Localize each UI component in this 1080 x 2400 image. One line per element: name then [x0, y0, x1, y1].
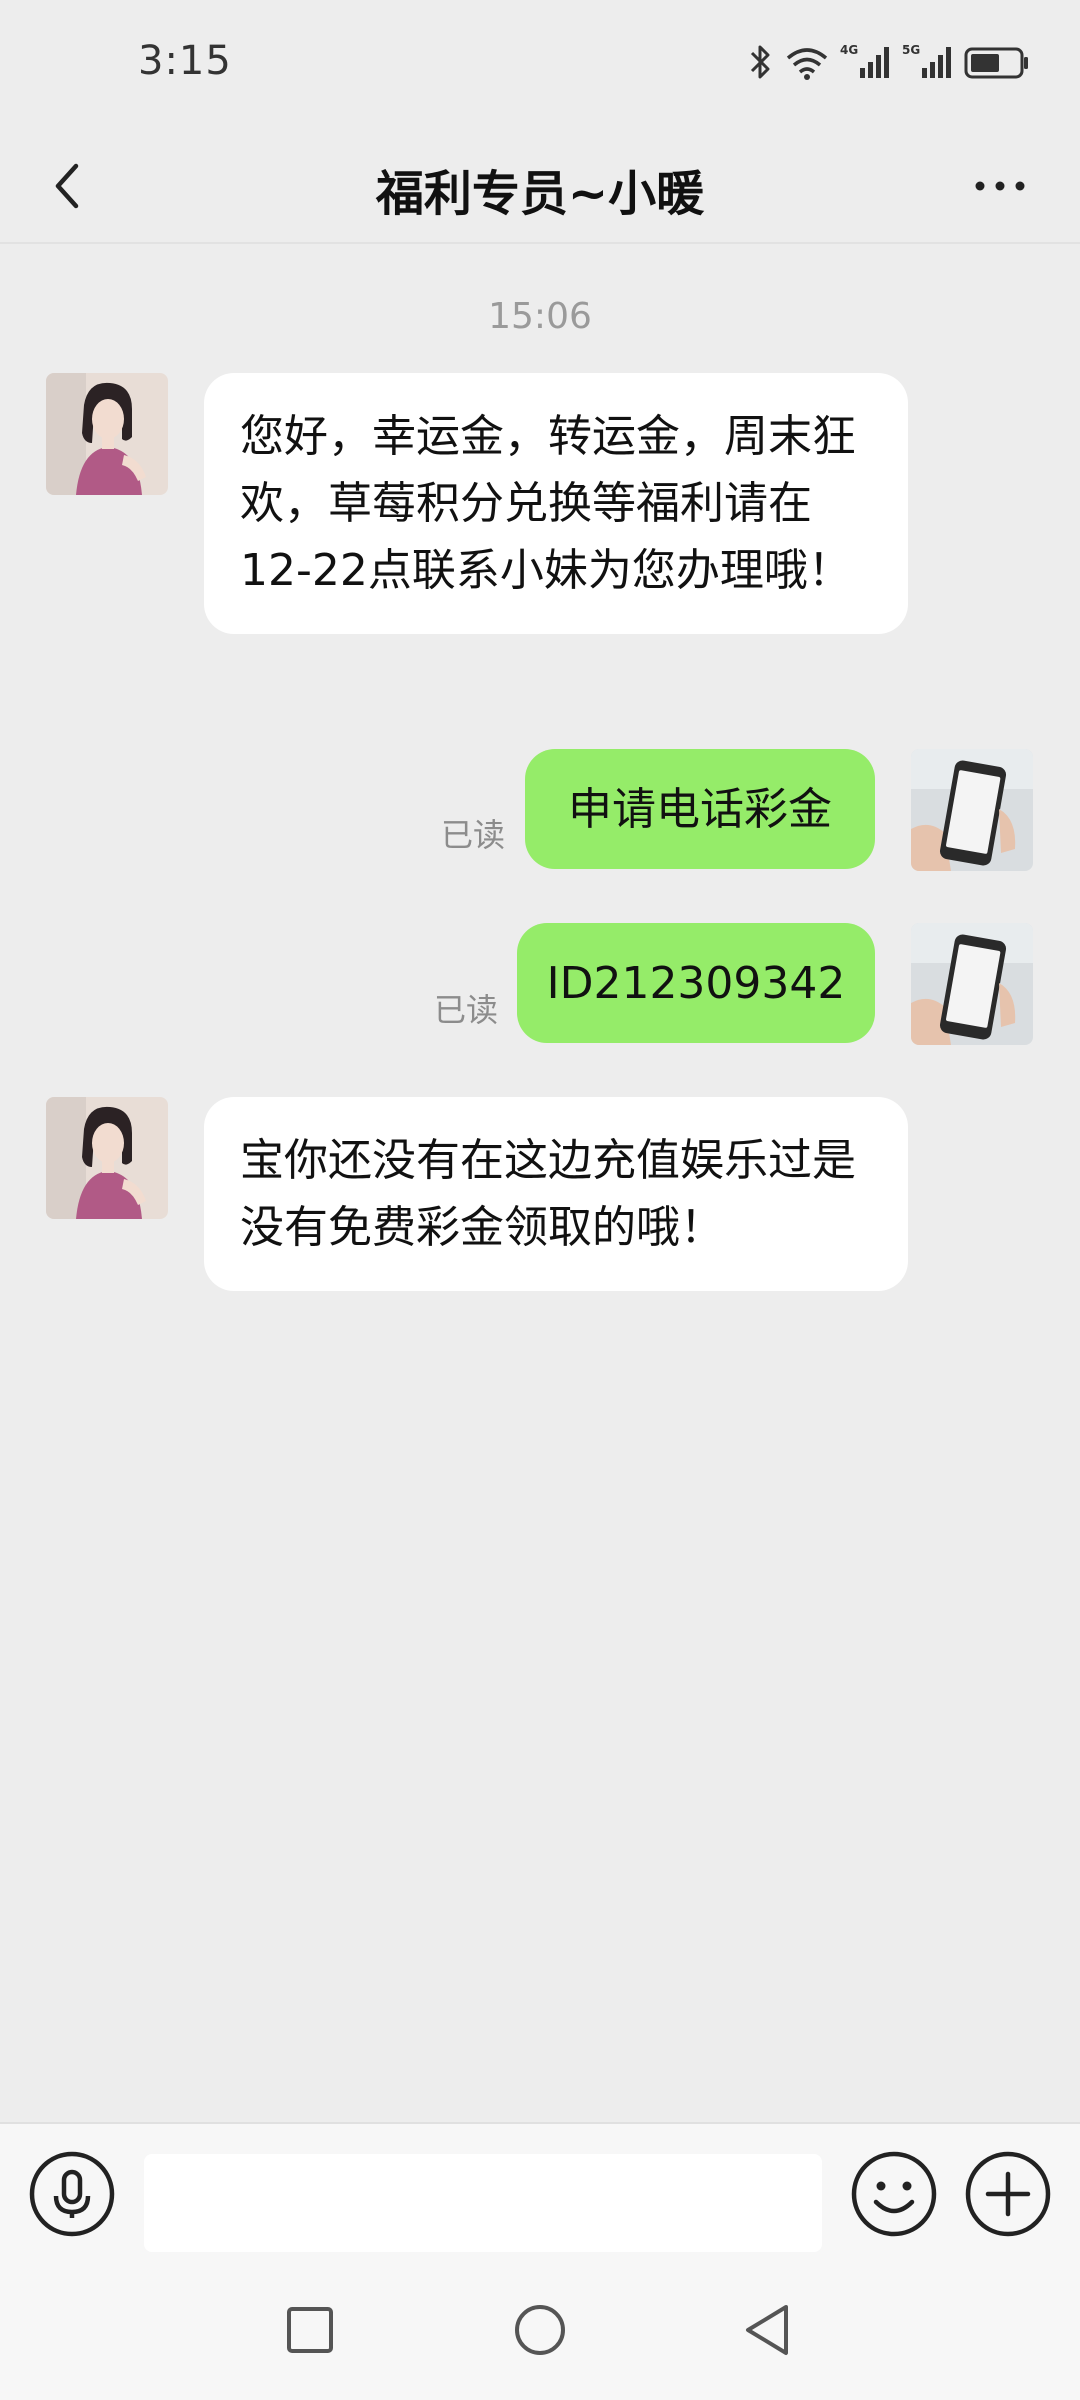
incoming-message-bubble[interactable]: 您好，幸运金，转运金，周末狂欢，草莓积分兑换等福利请在12-22点联系小妹为您办… [204, 373, 908, 634]
recent-apps-button[interactable] [274, 2294, 346, 2366]
more-button[interactable] [960, 154, 1040, 218]
signal-4g-icon: 4G [840, 42, 892, 82]
battery-icon [964, 42, 1030, 82]
contact-avatar[interactable] [46, 1097, 168, 1219]
more-horizontal-icon [975, 181, 1025, 191]
message-input[interactable] [144, 2154, 822, 2252]
home-circle-icon [515, 2305, 565, 2355]
incoming-message-bubble[interactable]: 宝你还没有在这边充值娱乐过是没有免费彩金领取的哦！ [204, 1097, 908, 1291]
recent-apps-square-icon [287, 2307, 333, 2353]
back-system-button[interactable] [732, 2294, 804, 2366]
message-timestamp: 15:06 [488, 296, 592, 337]
home-button[interactable] [504, 2294, 576, 2366]
plus-circle-icon [965, 2151, 1051, 2237]
message-text: 您好，幸运金，转运金，周末狂欢，草莓积分兑换等福利请在12-22点联系小妹为您办… [240, 411, 856, 596]
message-text: ID212309342 [546, 957, 846, 1009]
svg-text:5G: 5G [902, 43, 920, 57]
input-bar [0, 2122, 1080, 2266]
outgoing-message-bubble[interactable]: ID212309342 [517, 923, 875, 1043]
microphone-icon [29, 2151, 115, 2237]
bluetooth-icon [748, 42, 774, 82]
system-navigation-bar [0, 2264, 1080, 2400]
my-avatar[interactable] [911, 923, 1033, 1045]
status-icons: 4G 5G [748, 42, 1030, 82]
message-text: 宝你还没有在这边充值娱乐过是没有免费彩金领取的哦！ [240, 1135, 856, 1253]
status-time: 3:15 [138, 38, 232, 84]
my-avatar[interactable] [911, 749, 1033, 871]
voice-button[interactable] [28, 2150, 116, 2238]
contact-avatar[interactable] [46, 373, 168, 495]
more-functions-button[interactable] [964, 2150, 1052, 2238]
chat-title: 福利专员~小暖 [375, 166, 705, 222]
back-triangle-icon [746, 2305, 788, 2355]
read-status: 已读 [441, 816, 506, 854]
outgoing-message-bubble[interactable]: 申请电话彩金 [525, 749, 875, 869]
status-bar: 3:15 4G 5G [0, 0, 1080, 132]
read-status: 已读 [434, 991, 499, 1029]
message-text: 申请电话彩金 [568, 783, 832, 835]
signal-5g-icon: 5G [902, 42, 954, 82]
wifi-icon [784, 42, 830, 82]
emoji-smile-icon [851, 2151, 937, 2237]
chat-header: 福利专员~小暖 [0, 132, 1080, 244]
emoji-button[interactable] [850, 2150, 938, 2238]
svg-text:4G: 4G [840, 43, 858, 57]
